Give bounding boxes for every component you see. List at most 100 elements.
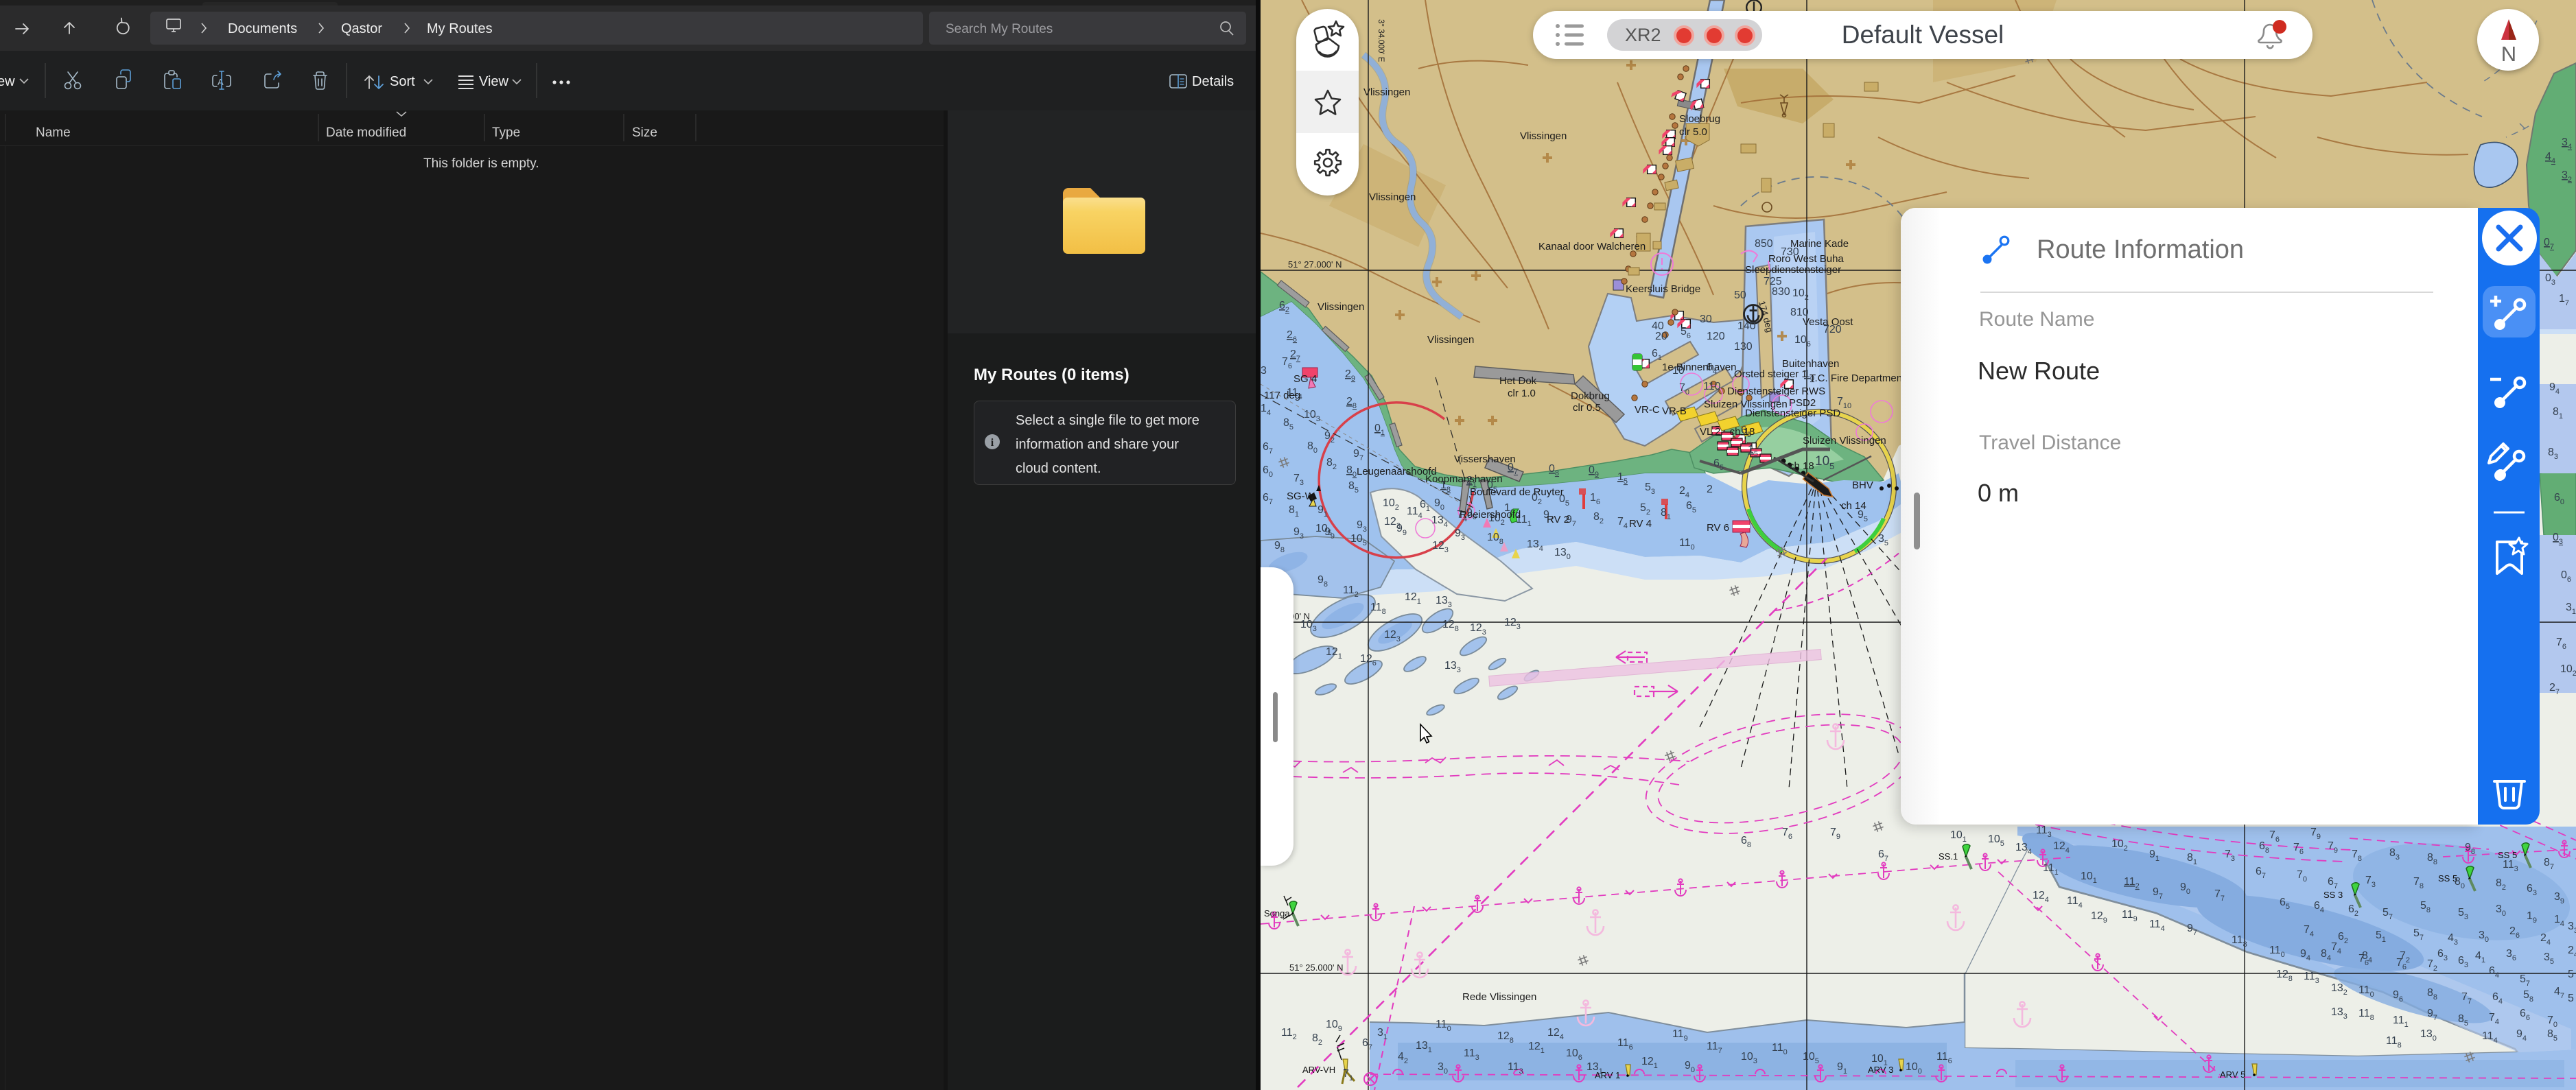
svg-text:Het Dok: Het Dok — [1499, 375, 1537, 387]
svg-text:A: A — [218, 77, 224, 87]
svg-text:725: 725 — [1764, 276, 1782, 287]
svg-text:Roeiershoofd: Roeiershoofd — [1460, 509, 1521, 521]
svg-text:Vlissingen: Vlissingen — [1427, 334, 1474, 346]
svg-text:Sleepdienstensteiger: Sleepdienstensteiger — [1745, 264, 1841, 276]
svg-text:ARV-VH: ARV-VH — [1302, 1065, 1335, 1075]
svg-text:Vlissingen: Vlissingen — [1363, 86, 1410, 98]
svg-text:118: 118 — [1370, 602, 1386, 616]
svg-text:101: 101 — [1950, 829, 1967, 844]
svg-text:Sluizen Vlissingen: Sluizen Vlissingen — [1704, 399, 1788, 410]
svg-text:2: 2 — [1707, 484, 1713, 495]
svg-text:ARV 3: ARV 3 — [1868, 1065, 1893, 1075]
svg-text:Vissershaven: Vissershaven — [1454, 453, 1516, 465]
svg-text:830: 830 — [1772, 286, 1790, 298]
svg-text:121: 121 — [1405, 591, 1421, 606]
svg-text:51° 27.000' N: 51° 27.000' N — [1288, 259, 1342, 270]
svg-text:View: View — [479, 74, 509, 89]
svg-text:850: 850 — [1755, 238, 1773, 250]
svg-text:Type: Type — [492, 126, 520, 140]
svg-text:50: 50 — [1734, 289, 1746, 301]
svg-text:Marine Kade: Marine Kade — [1790, 238, 1849, 250]
svg-text:Sort: Sort — [390, 74, 415, 89]
svg-text:133: 133 — [1444, 660, 1461, 674]
svg-text:RV 6: RV 6 — [1707, 522, 1729, 534]
svg-text:clr 5.0: clr 5.0 — [1679, 126, 1707, 138]
svg-text:Search My Routes: Search My Routes — [946, 22, 1053, 36]
svg-text:5: 5 — [2568, 969, 2574, 980]
svg-text:SS 3: SS 3 — [2323, 890, 2343, 900]
svg-text:Keersluis Bridge: Keersluis Bridge — [1626, 283, 1700, 295]
svg-text:123: 123 — [1470, 622, 1486, 637]
svg-text:i: i — [991, 437, 994, 449]
svg-text:68: 68 — [1741, 835, 1751, 849]
svg-text:Travel Distance: Travel Distance — [1979, 431, 2121, 454]
svg-text:Sluizen Vlissingen: Sluizen Vlissingen — [1803, 435, 1886, 447]
svg-text:30: 30 — [1700, 313, 1712, 325]
svg-text:Dienstensteiger RWS: Dienstensteiger RWS — [1727, 386, 1825, 397]
svg-text:Rede Vlissingen: Rede Vlissingen — [1462, 991, 1536, 1003]
svg-text:Date modified: Date modified — [326, 126, 406, 140]
svg-text:Sloebrug: Sloebrug — [1679, 113, 1720, 125]
svg-text:109: 109 — [1326, 1019, 1342, 1033]
svg-text:Orsted steiger 1: Orsted steiger 1 — [1734, 368, 1807, 380]
svg-text:110: 110 — [1703, 381, 1721, 392]
svg-text:76: 76 — [1782, 827, 1792, 841]
svg-text:Vlissingen: Vlissingen — [1318, 301, 1364, 313]
svg-text:N: N — [2501, 42, 2516, 66]
svg-text:XR2: XR2 — [1625, 25, 1661, 45]
svg-text:Documents: Documents — [228, 21, 297, 36]
svg-text:New Route: New Route — [1978, 357, 2100, 385]
svg-text:128: 128 — [1442, 619, 1459, 633]
svg-text:SG 4: SG 4 — [1293, 373, 1317, 385]
svg-text:5: 5 — [2568, 993, 2574, 1004]
svg-text:RV 2: RV 2 — [1547, 514, 1569, 525]
svg-text:117 deg: 117 deg — [1264, 390, 1300, 401]
svg-text:82: 82 — [1312, 1032, 1322, 1047]
svg-text:51° 25.000' N: 51° 25.000' N — [1289, 962, 1344, 973]
svg-text:SG-W: SG-W — [1287, 490, 1315, 502]
svg-text:Dokbrug: Dokbrug — [1571, 390, 1610, 402]
svg-text:ew: ew — [0, 74, 15, 89]
svg-text:T.C. Fire Department: T.C. Fire Department — [1810, 372, 1906, 384]
svg-text:VR-B: VR-B — [1662, 405, 1687, 417]
svg-text:clr 0.5: clr 0.5 — [1573, 402, 1601, 414]
svg-text:clr 1.0: clr 1.0 — [1508, 388, 1536, 399]
svg-text:Vlissingen: Vlissingen — [1369, 191, 1416, 203]
svg-text:Vesta Oost: Vesta Oost — [1803, 316, 1853, 328]
svg-text:Vlissingen: Vlissingen — [1520, 130, 1567, 142]
svg-text:Route Information: Route Information — [2037, 235, 2244, 264]
svg-text:VL 2 - ch 18: VL 2 - ch 18 — [1700, 426, 1755, 438]
svg-text:20: 20 — [1655, 331, 1667, 342]
svg-text:0 m: 0 m — [1978, 479, 2019, 507]
svg-text:Leugenaarshoofd: Leugenaarshoofd — [1357, 466, 1437, 477]
svg-text:Details: Details — [1192, 74, 1234, 89]
svg-text:123: 123 — [1504, 617, 1521, 631]
svg-text:ch 18: ch 18 — [1789, 460, 1814, 472]
svg-text:Size: Size — [632, 126, 657, 140]
svg-text:Boulevard de Ruyter: Boulevard de Ruyter — [1470, 486, 1564, 498]
svg-text:130: 130 — [1734, 341, 1753, 353]
svg-text:Name: Name — [36, 126, 71, 140]
svg-text:ARV 5: ARV 5 — [2220, 1069, 2245, 1080]
svg-text:Qastor: Qastor — [341, 21, 382, 36]
svg-text:133: 133 — [1436, 595, 1452, 609]
svg-text:71: 71 — [1343, 1068, 1353, 1082]
svg-text:140: 140 — [1737, 320, 1756, 332]
svg-text:ch 14: ch 14 — [1841, 500, 1866, 512]
svg-text:RV 4: RV 4 — [1629, 518, 1652, 530]
svg-text:Roro West Buha: Roro West Buha — [1768, 253, 1844, 265]
svg-text:BHV: BHV — [1852, 479, 1873, 491]
svg-text:67: 67 — [1878, 849, 1888, 863]
svg-text:112: 112 — [1281, 1027, 1297, 1041]
svg-text:79: 79 — [1830, 827, 1840, 841]
svg-text:My Routes: My Routes — [427, 21, 493, 36]
svg-text:Koopmanshaven: Koopmanshaven — [1425, 473, 1503, 485]
svg-text:120: 120 — [1707, 331, 1725, 342]
svg-text:3° 34.000' E: 3° 34.000' E — [1377, 19, 1385, 62]
svg-text:3: 3 — [1261, 365, 1267, 377]
svg-text:1e Binnenhaven: 1e Binnenhaven — [1662, 362, 1736, 373]
svg-text:VR-C: VR-C — [1635, 404, 1660, 416]
svg-text:Default Vessel: Default Vessel — [1842, 21, 2004, 49]
svg-text:Route Name: Route Name — [1979, 308, 2094, 331]
svg-text:Kanaal door Walcheren: Kanaal door Walcheren — [1538, 241, 1646, 252]
